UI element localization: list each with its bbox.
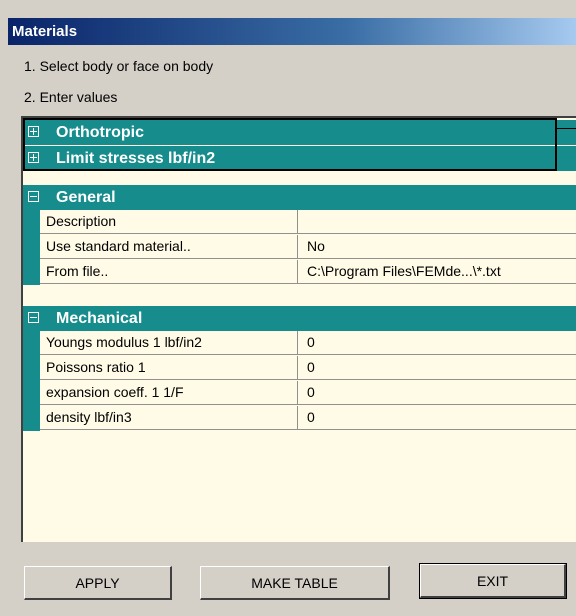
property-grid: Orthotropic Limit stresses lbf/in2 Gener… <box>21 116 576 542</box>
category-limit-stresses[interactable]: Limit stresses lbf/in2 <box>23 146 576 171</box>
make-table-button[interactable]: MAKE TABLE <box>200 566 390 600</box>
collapse-icon[interactable] <box>28 191 39 202</box>
instruction-step-2: 2. Enter values <box>24 89 118 105</box>
selection-outline-edge <box>555 128 576 129</box>
property-value[interactable]: C:\Program Files\FEMde...\*.txt <box>307 260 501 283</box>
property-name: Poissons ratio 1 <box>46 359 146 375</box>
category-mechanical[interactable]: Mechanical <box>23 306 576 331</box>
column-divider <box>297 235 298 258</box>
property-value[interactable]: 0 <box>307 381 315 404</box>
property-name: Youngs modulus 1 lbf/in2 <box>46 334 202 350</box>
expand-icon[interactable] <box>28 152 39 163</box>
column-divider <box>297 260 298 283</box>
column-divider <box>297 210 298 233</box>
property-value[interactable]: No <box>307 235 325 258</box>
column-divider <box>297 356 298 379</box>
category-label: Orthotropic <box>56 124 144 141</box>
property-row-from-file[interactable]: From file.. C:\Program Files\FEMde...\*.… <box>40 260 576 284</box>
property-name: From file.. <box>46 263 109 279</box>
property-value[interactable]: 0 <box>307 356 315 379</box>
column-divider <box>297 406 298 429</box>
property-row-use-standard-material[interactable]: Use standard material.. No <box>40 235 576 259</box>
category-general[interactable]: General <box>23 185 576 210</box>
property-name: density lbf/in3 <box>46 409 132 425</box>
expand-icon[interactable] <box>28 126 39 137</box>
indent-stripe <box>23 331 40 431</box>
column-divider <box>297 381 298 404</box>
general-rows: Description Use standard material.. No F… <box>23 210 576 285</box>
property-row-youngs-modulus[interactable]: Youngs modulus 1 lbf/in2 0 <box>40 331 576 355</box>
exit-button[interactable]: EXIT <box>419 563 567 599</box>
instruction-step-1: 1. Select body or face on body <box>24 58 214 74</box>
property-value[interactable]: 0 <box>307 406 315 429</box>
category-label: Limit stresses lbf/in2 <box>56 150 216 167</box>
indent-stripe <box>23 210 40 285</box>
property-row-density[interactable]: density lbf/in3 0 <box>40 406 576 430</box>
property-value[interactable]: 0 <box>307 331 315 354</box>
category-label: General <box>56 189 116 206</box>
property-row-expansion-coeff[interactable]: expansion coeff. 1 1/F 0 <box>40 381 576 405</box>
property-row-poissons-ratio[interactable]: Poissons ratio 1 0 <box>40 356 576 380</box>
window-title: Materials <box>8 18 576 45</box>
mechanical-rows: Youngs modulus 1 lbf/in2 0 Poissons rati… <box>23 331 576 431</box>
category-label: Mechanical <box>56 310 143 327</box>
collapse-icon[interactable] <box>28 312 39 323</box>
property-name: expansion coeff. 1 1/F <box>46 384 184 400</box>
property-row-description[interactable]: Description <box>40 210 576 234</box>
apply-button[interactable]: APPLY <box>24 566 172 600</box>
property-name: Use standard material.. <box>46 238 191 254</box>
column-divider <box>297 331 298 354</box>
category-orthotropic[interactable]: Orthotropic <box>23 120 576 145</box>
property-name: Description <box>46 213 117 229</box>
